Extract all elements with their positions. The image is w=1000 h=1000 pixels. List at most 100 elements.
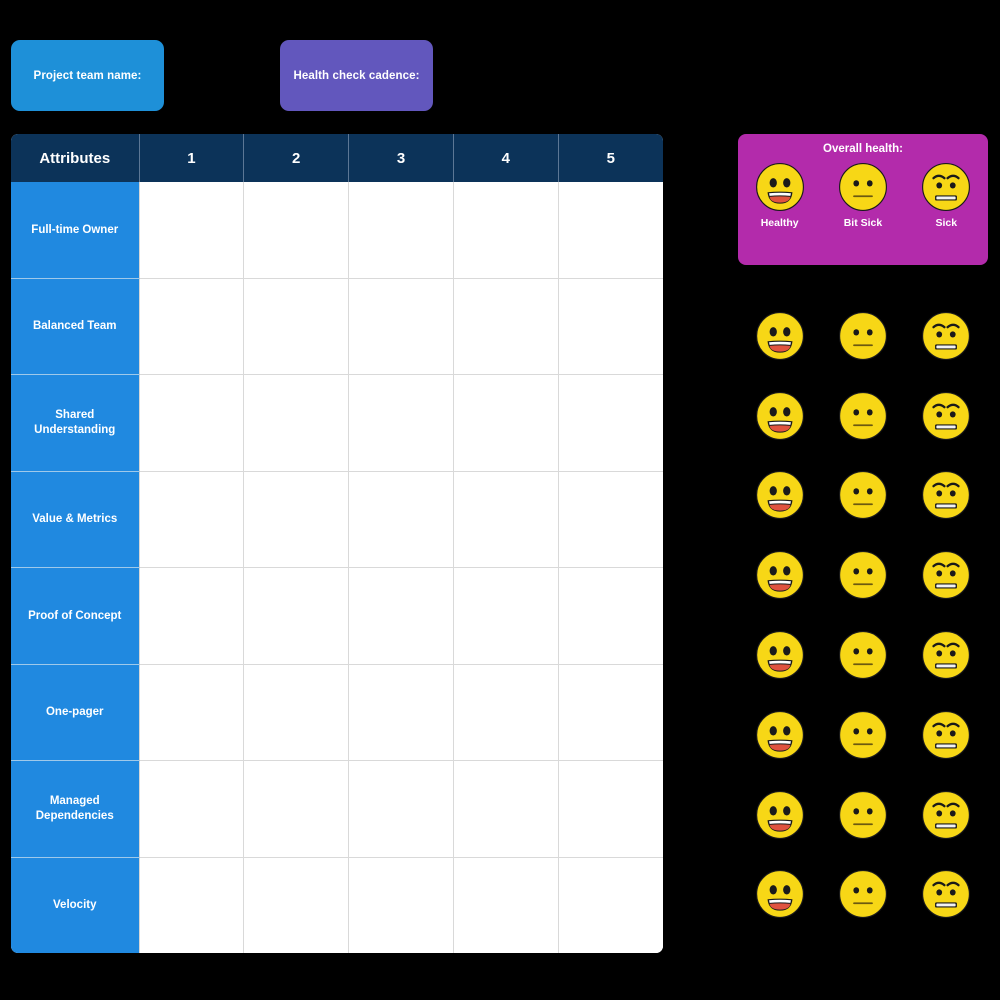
emoji-option-worried-face[interactable] bbox=[909, 868, 983, 920]
grinning-face-icon bbox=[755, 710, 804, 759]
worried-face-icon bbox=[922, 471, 971, 520]
matrix-cell[interactable] bbox=[453, 471, 559, 568]
matrix-cell[interactable] bbox=[453, 374, 559, 472]
matrix-cell[interactable] bbox=[453, 567, 559, 665]
matrix-cell[interactable] bbox=[453, 760, 559, 858]
health-check-cadence-card[interactable]: Health check cadence: bbox=[280, 40, 433, 111]
matrix-cell[interactable] bbox=[348, 664, 454, 761]
emoji-option-neutral-face[interactable] bbox=[826, 390, 900, 442]
matrix-cell[interactable] bbox=[139, 182, 245, 279]
emoji-option-worried-face[interactable] bbox=[909, 390, 983, 442]
matrix-cell[interactable] bbox=[243, 857, 350, 953]
legend-item-bit-sick[interactable]: Bit Sick bbox=[826, 161, 900, 229]
matrix-cell[interactable] bbox=[453, 857, 559, 953]
emoji-option-grinning-face[interactable] bbox=[743, 629, 817, 681]
emoji-option-neutral-face[interactable] bbox=[826, 549, 900, 601]
table-row: Balanced Team bbox=[11, 278, 663, 375]
emoji-option-grinning-face[interactable] bbox=[743, 789, 817, 841]
matrix-cell[interactable] bbox=[558, 471, 663, 568]
table-row: Full-time Owner bbox=[11, 182, 663, 279]
row-label-shared-understanding[interactable]: Shared Understanding bbox=[11, 374, 140, 472]
matrix-cell[interactable] bbox=[348, 374, 454, 472]
matrix-cell[interactable] bbox=[348, 471, 454, 568]
matrix-cell[interactable] bbox=[453, 182, 559, 279]
emoji-grid-row bbox=[738, 376, 988, 456]
matrix-cell[interactable] bbox=[139, 278, 245, 375]
matrix-cell[interactable] bbox=[558, 374, 663, 472]
matrix-cell[interactable] bbox=[243, 471, 350, 568]
row-label-velocity[interactable]: Velocity bbox=[11, 857, 140, 953]
emoji-option-neutral-face[interactable] bbox=[826, 868, 900, 920]
emoji-option-neutral-face[interactable] bbox=[826, 789, 900, 841]
emoji-option-grinning-face[interactable] bbox=[743, 310, 817, 362]
row-label-full-time-owner[interactable]: Full-time Owner bbox=[11, 182, 140, 279]
emoji-option-worried-face[interactable] bbox=[909, 549, 983, 601]
emoji-option-worried-face[interactable] bbox=[909, 629, 983, 681]
grinning-face-icon bbox=[755, 163, 804, 211]
matrix-cell[interactable] bbox=[139, 471, 245, 568]
project-team-name-label: Project team name: bbox=[33, 69, 142, 82]
neutral-face-icon bbox=[839, 790, 887, 839]
matrix-cell[interactable] bbox=[348, 278, 454, 375]
emoji-option-grinning-face[interactable] bbox=[743, 390, 817, 442]
matrix-cell[interactable] bbox=[139, 760, 245, 858]
matrix-cell[interactable] bbox=[139, 567, 245, 665]
matrix-cell[interactable] bbox=[243, 278, 350, 375]
matrix-cell[interactable] bbox=[558, 182, 663, 279]
matrix-cell[interactable] bbox=[139, 857, 245, 953]
emoji-option-grinning-face[interactable] bbox=[743, 709, 817, 761]
legend-title: Overall health: bbox=[823, 143, 903, 155]
emoji-option-neutral-face[interactable] bbox=[826, 469, 900, 521]
matrix-table: Attributes 1 2 3 4 5 Full-time Owner Bala… bbox=[11, 134, 663, 953]
emoji-option-grinning-face[interactable] bbox=[743, 868, 817, 920]
matrix-cell[interactable] bbox=[348, 760, 454, 858]
matrix-cell[interactable] bbox=[348, 182, 454, 279]
emoji-option-neutral-face[interactable] bbox=[826, 629, 900, 681]
emoji-option-worried-face[interactable] bbox=[909, 789, 983, 841]
emoji-option-worried-face[interactable] bbox=[909, 469, 983, 521]
matrix-cell[interactable] bbox=[243, 760, 350, 858]
matrix-cell[interactable] bbox=[243, 374, 350, 472]
overall-health-legend: Overall health: Healthy Bit Sick Sick bbox=[738, 134, 988, 265]
table-row: Velocity bbox=[11, 857, 663, 953]
legend-items: Healthy Bit Sick Sick bbox=[738, 161, 988, 229]
matrix-cell[interactable] bbox=[348, 857, 454, 953]
matrix-cell[interactable] bbox=[139, 374, 245, 472]
grinning-face-icon bbox=[755, 471, 804, 520]
row-label-balanced-team[interactable]: Balanced Team bbox=[11, 278, 140, 375]
emoji-option-grinning-face[interactable] bbox=[743, 549, 817, 601]
matrix-cell[interactable] bbox=[139, 664, 245, 761]
matrix-cell[interactable] bbox=[348, 567, 454, 665]
neutral-face-icon bbox=[839, 870, 887, 919]
matrix-cell[interactable] bbox=[558, 567, 663, 665]
legend-item-sick[interactable]: Sick bbox=[909, 161, 983, 229]
project-team-name-card[interactable]: Project team name: bbox=[11, 40, 164, 111]
table-row: Shared Understanding bbox=[11, 374, 663, 472]
matrix-header-row: Attributes 1 2 3 4 5 bbox=[11, 134, 663, 182]
matrix-cell[interactable] bbox=[453, 664, 559, 761]
matrix-cell[interactable] bbox=[243, 664, 350, 761]
matrix-cell[interactable] bbox=[453, 278, 559, 375]
matrix-header: Attributes 1 2 3 4 5 bbox=[11, 134, 663, 182]
emoji-option-grinning-face[interactable] bbox=[743, 469, 817, 521]
legend-item-healthy[interactable]: Healthy bbox=[743, 161, 817, 229]
grinning-face-icon bbox=[755, 391, 804, 440]
table-row: Managed Dependencies bbox=[11, 760, 663, 858]
neutral-face-icon bbox=[839, 710, 887, 759]
row-label-value-metrics[interactable]: Value & Metrics bbox=[11, 471, 140, 568]
emoji-option-worried-face[interactable] bbox=[909, 310, 983, 362]
matrix-cell[interactable] bbox=[558, 760, 663, 858]
matrix-cell[interactable] bbox=[558, 278, 663, 375]
row-label-managed-dependencies[interactable]: Managed Dependencies bbox=[11, 760, 140, 858]
row-label-proof-of-concept[interactable]: Proof of Concept bbox=[11, 567, 140, 665]
matrix-cell[interactable] bbox=[558, 857, 663, 953]
matrix-cell[interactable] bbox=[558, 664, 663, 761]
matrix-cell[interactable] bbox=[243, 182, 350, 279]
emoji-option-neutral-face[interactable] bbox=[826, 310, 900, 362]
row-label-one-pager[interactable]: One-pager bbox=[11, 664, 140, 761]
emoji-grid-row bbox=[738, 695, 988, 775]
emoji-option-neutral-face[interactable] bbox=[826, 709, 900, 761]
legend-caption: Bit Sick bbox=[843, 217, 883, 229]
emoji-option-worried-face[interactable] bbox=[909, 709, 983, 761]
matrix-cell[interactable] bbox=[243, 567, 350, 665]
